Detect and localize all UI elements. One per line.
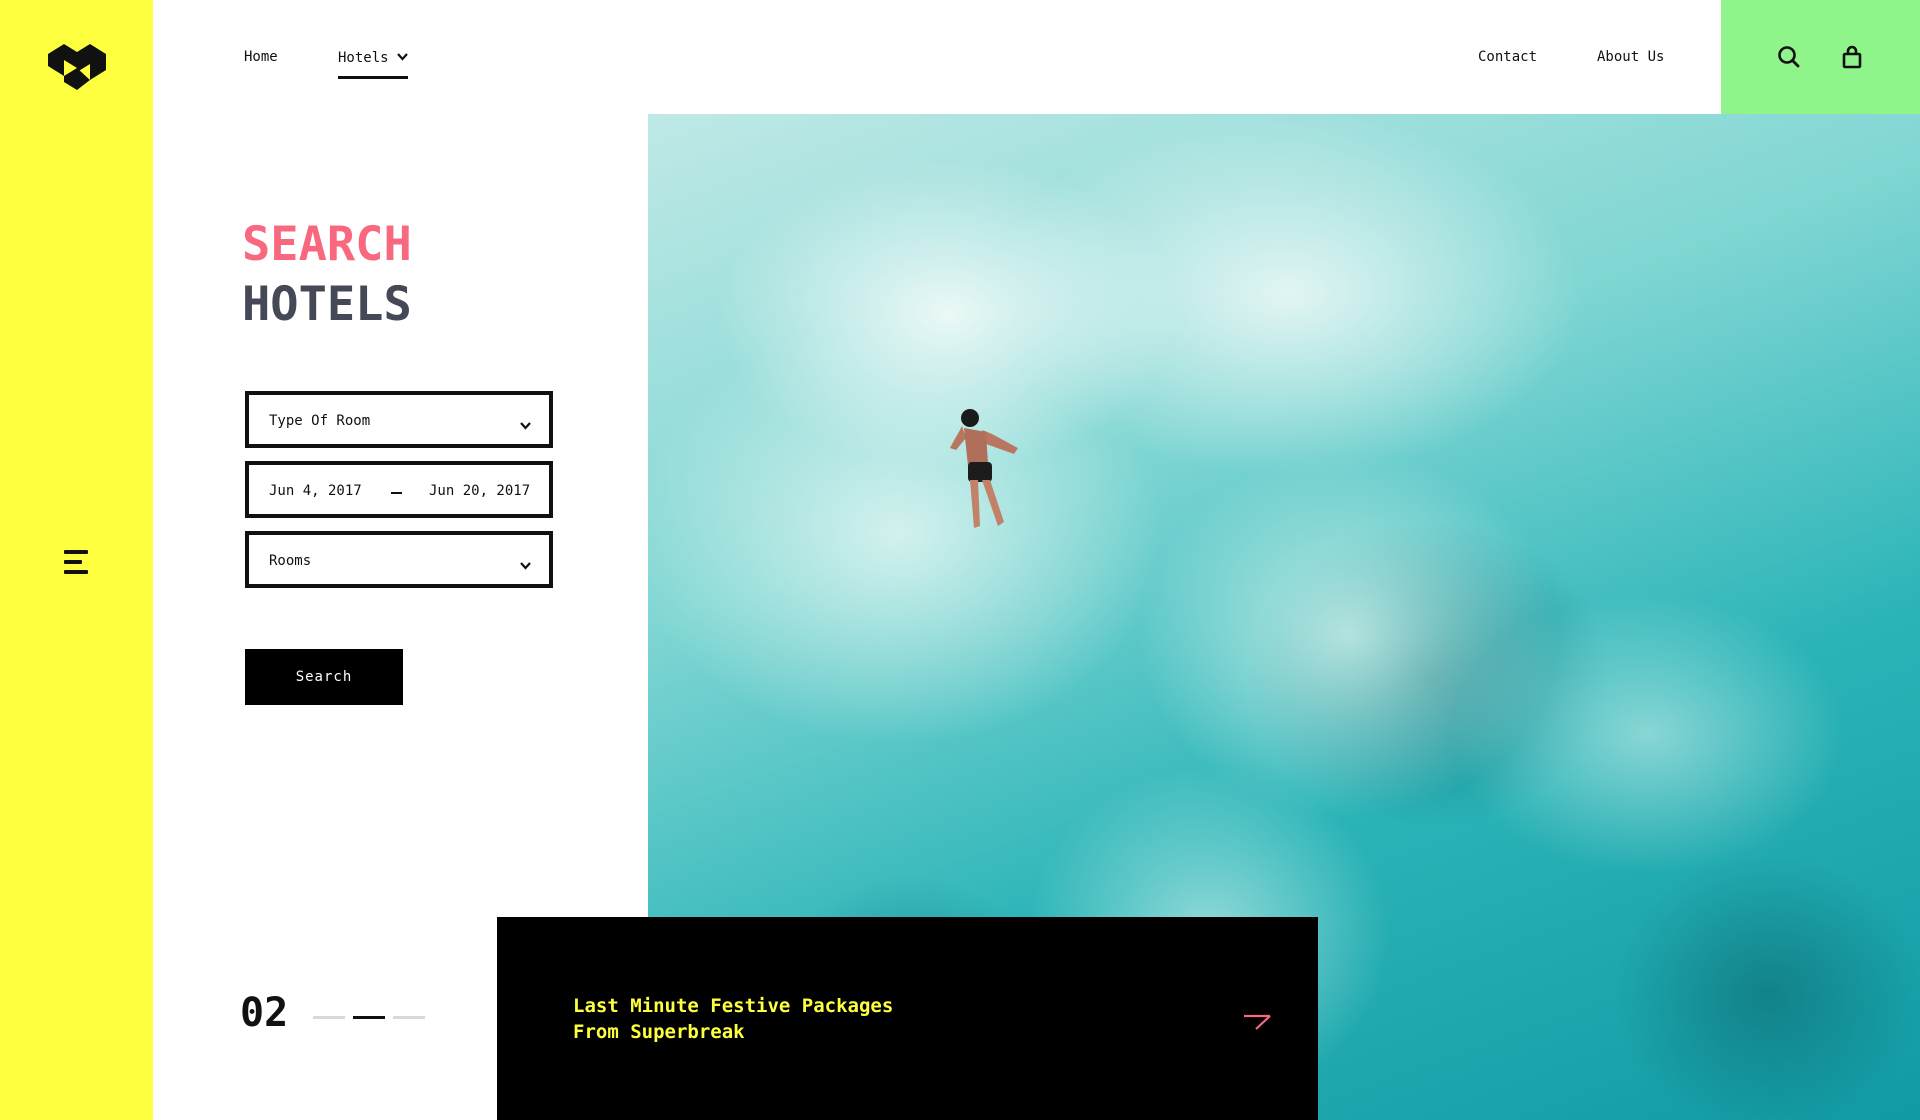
swimmer-figure [950,409,1018,528]
date-range-field[interactable]: Jun 4, 2017 Jun 20, 2017 [245,461,553,518]
slide-indicator-2[interactable] [353,1016,385,1019]
date-end[interactable]: Jun 20, 2017 [429,483,530,499]
logo-icon[interactable] [48,38,106,96]
nav-contact[interactable]: Contact [1478,49,1537,65]
promo-text: Last Minute Festive Packages From Superb… [573,993,993,1045]
date-separator [391,492,402,494]
nav-hotels-label: Hotels [338,50,389,66]
sidebar [0,0,153,1120]
promo-line-1: Last Minute Festive Packages [573,995,894,1017]
nav-active-indicator [338,76,408,79]
promo-line-2: From Superbreak [573,1021,745,1043]
page-title: SEARCH HOTELS [242,215,412,335]
menu-icon[interactable] [62,548,92,578]
date-start[interactable]: Jun 4, 2017 [269,483,362,499]
rooms-label: Rooms [269,553,312,569]
rooms-select[interactable]: Rooms [245,531,553,588]
slide-counter: 02 [240,990,289,1036]
title-line-hotels: HOTELS [242,277,412,332]
utility-bar [1721,0,1920,114]
nav-home[interactable]: Home [244,49,278,65]
arrow-right-icon[interactable] [1242,1012,1274,1032]
title-line-search: SEARCH [242,217,412,272]
slide-indicator-1[interactable] [313,1016,345,1019]
promo-card[interactable]: Last Minute Festive Packages From Superb… [497,917,1318,1120]
room-type-label: Type Of Room [269,413,371,429]
chevron-down-icon [520,555,531,574]
room-type-select[interactable]: Type Of Room [245,391,553,448]
chevron-down-icon [396,49,408,65]
bag-icon[interactable] [1839,44,1865,70]
slide-indicator-3[interactable] [393,1016,425,1019]
search-button[interactable]: Search [245,649,403,705]
nav-about[interactable]: About Us [1597,49,1664,65]
chevron-down-icon [520,415,531,434]
search-icon[interactable] [1776,44,1802,70]
nav-hotels[interactable]: Hotels [338,49,408,66]
